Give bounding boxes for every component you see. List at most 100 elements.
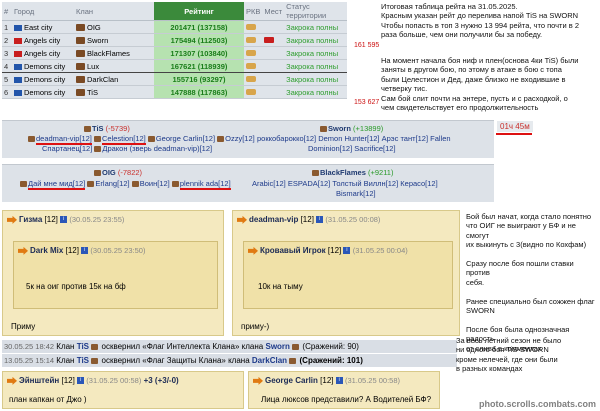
clan-cell[interactable]: Sworn xyxy=(74,33,154,47)
log1-tail: (Сражений: 90) xyxy=(302,342,359,351)
col-city: Город xyxy=(12,2,74,21)
col-num: # xyxy=(2,2,12,21)
clan-cell[interactable]: BlackFlames xyxy=(74,46,154,60)
player-link[interactable]: Спартанец[12] xyxy=(42,144,92,153)
rating-table-header: # Город Клан Рейтинг РКВ Мест Статус тер… xyxy=(2,2,347,21)
info-icon[interactable]: i xyxy=(77,377,85,385)
battle2-clan-b-name[interactable]: BlackFlames xyxy=(320,168,366,177)
player-link[interactable]: Дракон (зверь deadman-vip)[12] xyxy=(102,144,212,153)
player-link[interactable]: plennik ada[12] xyxy=(179,179,231,190)
player-link[interactable]: Demon Hunter[12] xyxy=(318,134,379,143)
post3-author[interactable]: Эйнштейн xyxy=(19,376,59,385)
rating-row: 4 Demons city Lux 167621 (118939) Закрока по… xyxy=(2,59,347,73)
mest-cell xyxy=(262,85,285,99)
player-link[interactable]: Dominion[12] xyxy=(308,144,352,153)
info-icon[interactable]: i xyxy=(335,377,343,385)
log1-time: 30.05.25 18:42 xyxy=(4,342,55,351)
forum-post-carlin: George Carlin [12] i (31.05.25 00:58) Ли… xyxy=(248,371,440,409)
clan-name[interactable]: OIG xyxy=(87,23,101,32)
player-link[interactable]: Fallen xyxy=(430,134,450,143)
player-link[interactable]: Толстый Виллн[12] xyxy=(332,179,398,188)
revenge-flag-icon xyxy=(264,36,275,43)
territory-status[interactable]: Закрока полны xyxy=(284,20,347,34)
city-flag-icon xyxy=(14,89,22,96)
city-flag-icon xyxy=(14,24,22,31)
clan-cell[interactable]: Lux xyxy=(74,59,154,73)
clan-icon xyxy=(91,343,99,350)
clan-name[interactable]: BlackFlames xyxy=(87,49,130,58)
reply-arrow-icon[interactable] xyxy=(237,215,247,224)
post1-quote-author[interactable]: Dark Mix xyxy=(30,246,63,255)
territory-status[interactable]: Закрока полны xyxy=(284,33,347,47)
rating-row: 2 Angels city Sworn 175494 (112503) Закрока … xyxy=(2,33,347,47)
col-clan: Клан xyxy=(74,2,154,21)
reply-arrow-icon[interactable] xyxy=(253,376,263,385)
rating-row: 3 Angels city BlackFlames 171307 (103840) За… xyxy=(2,46,347,60)
clan-icon xyxy=(147,136,155,143)
battle-oig-blackflames: OIG (-7822) Дай мне мид[12] Erlang[12] В… xyxy=(2,164,494,202)
reply-arrow-icon[interactable] xyxy=(7,215,17,224)
post3-level: [12] xyxy=(61,376,75,385)
post4-level: [12] xyxy=(320,376,334,385)
mest-cell xyxy=(262,33,285,47)
player-link[interactable]: Erlang[12] xyxy=(95,179,129,188)
player-link[interactable]: ESPADA[12] xyxy=(288,179,330,188)
player-link[interactable]: Воин[12] xyxy=(140,179,170,188)
player-link[interactable]: Bismark[12] xyxy=(336,189,376,198)
player-link[interactable]: Ozzy[12] xyxy=(225,134,255,143)
city-cell: Demons city xyxy=(12,85,74,99)
battle2-clan-a-name[interactable]: OIG xyxy=(102,168,116,177)
forum-post-gizma: Гизма [12] i (30.05.25 23:55) Dark Mix [… xyxy=(2,210,224,336)
info-icon[interactable]: i xyxy=(81,247,89,255)
log1-clan-b[interactable]: Sworn xyxy=(265,342,289,351)
battle1-clan-a-name[interactable]: TiS xyxy=(92,124,104,133)
clan-cell[interactable]: DarkClan xyxy=(74,72,154,86)
rating-value: 167621 (118939) xyxy=(154,59,244,73)
log2-clan-a[interactable]: TiS xyxy=(77,356,89,365)
reply-arrow-icon[interactable] xyxy=(7,376,17,385)
mest-cell xyxy=(262,20,285,34)
territory-status[interactable]: Закрока полны xyxy=(284,59,347,73)
battle-tis-sworn: TiS (-5739) deadman-vip[12] Celestion[12… xyxy=(2,120,494,158)
mest-cell xyxy=(262,72,285,86)
clan-name[interactable]: TiS xyxy=(87,88,98,97)
player-link[interactable]: Керасо[12] xyxy=(400,179,437,188)
clan-name[interactable]: Lux xyxy=(87,62,99,71)
log1-text-b: осквернил «Флаг Интеллекта Клана» клана xyxy=(101,342,264,351)
city-cell: Demons city xyxy=(12,72,74,86)
post4-author[interactable]: George Carlin xyxy=(265,376,318,385)
info-icon[interactable]: i xyxy=(316,216,324,224)
player-link[interactable]: Arabic[12] xyxy=(252,179,286,188)
territory-status[interactable]: Закрока полны xyxy=(284,72,347,86)
player-link[interactable]: Sacrifice[12] xyxy=(354,144,395,153)
player-link[interactable]: Дай мне мид[12] xyxy=(28,179,86,190)
battle1-clan-b-row2: Dominion[12] Sacrifice[12] xyxy=(308,144,396,153)
post3-text: план капкан от Джо ) xyxy=(9,395,87,404)
info-icon[interactable]: i xyxy=(343,247,351,255)
player-link[interactable]: George Carlin[12] xyxy=(156,134,215,143)
post2-quote-author[interactable]: Кровавый Игрок xyxy=(260,246,326,255)
territory-status[interactable]: Закрока полны xyxy=(284,85,347,99)
log1-clan-a[interactable]: TiS xyxy=(77,342,89,351)
info-icon[interactable]: i xyxy=(60,216,68,224)
log2-clan-b[interactable]: DarkClan xyxy=(252,356,287,365)
rkv-cell xyxy=(244,20,263,34)
clan-cell[interactable]: OIG xyxy=(74,20,154,34)
territory-status[interactable]: Закрока полны xyxy=(284,46,347,60)
battle1-clan-b-name[interactable]: Sworn xyxy=(328,124,351,133)
col-rating[interactable]: Рейтинг xyxy=(154,2,244,21)
clan-name[interactable]: Sworn xyxy=(87,36,108,45)
clan-icon xyxy=(94,170,101,177)
clan-cell[interactable]: TiS xyxy=(74,85,154,99)
post2-quote-text: 10к на тыму xyxy=(258,282,303,291)
player-link[interactable]: Арэс тант[12] xyxy=(382,134,428,143)
city-flag-icon xyxy=(14,37,22,44)
post1-author[interactable]: Гизма xyxy=(19,215,42,224)
reply-arrow-icon xyxy=(248,246,258,255)
clan-icon xyxy=(28,136,35,143)
rkv-icon xyxy=(246,49,256,56)
clan-name[interactable]: DarkClan xyxy=(87,75,118,84)
player-link[interactable]: роккобарокко[12] xyxy=(257,134,316,143)
rkv-cell xyxy=(244,33,263,47)
post2-author[interactable]: deadman-vip xyxy=(249,215,298,224)
